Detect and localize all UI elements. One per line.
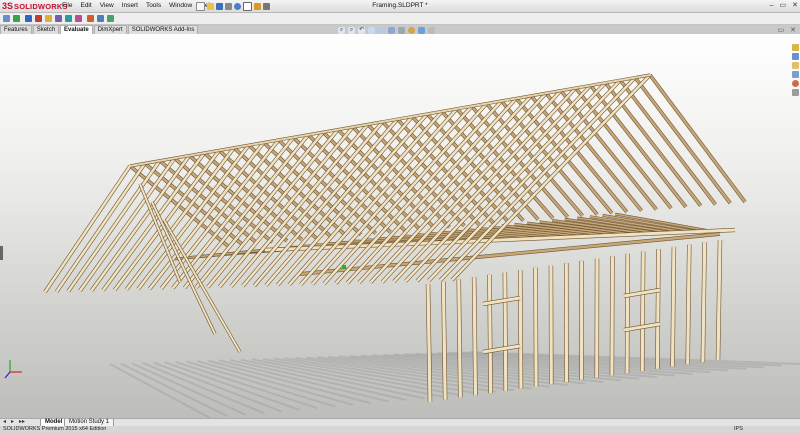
- curvature-icon[interactable]: [87, 15, 94, 22]
- framing-model[interactable]: [0, 34, 800, 418]
- new-icon[interactable]: [196, 1, 205, 11]
- gable-stud: [151, 201, 216, 335]
- command-tabs: Features Sketch Evaluate DimXpert SOLIDW…: [0, 25, 199, 34]
- wall-stud: [426, 283, 432, 403]
- front-rafter: [67, 160, 161, 293]
- menu-tools[interactable]: Tools: [142, 1, 165, 11]
- home-icon[interactable]: [791, 44, 799, 51]
- units-indicator[interactable]: IPS: [734, 426, 743, 433]
- menu-edit[interactable]: Edit: [76, 1, 95, 11]
- document-title: Framing.SLDPRT *: [372, 2, 428, 9]
- heads-up-view-toolbar: ⌕ ⌕ ↶: [338, 26, 435, 35]
- z-axis-icon: [4, 371, 11, 379]
- tab-sketch[interactable]: Sketch: [32, 25, 60, 34]
- edit-appearance-icon[interactable]: [408, 27, 415, 34]
- zoom-area-icon[interactable]: ⌕: [348, 27, 355, 34]
- floor-shadow: [164, 361, 300, 411]
- front-rafter: [55, 162, 146, 293]
- previous-view-icon[interactable]: ↶: [358, 27, 365, 34]
- menu-bar: File Edit View Insert Tools Window Help: [58, 1, 218, 11]
- view-palette-icon[interactable]: [791, 71, 799, 78]
- save-icon[interactable]: [216, 2, 223, 10]
- close-viewport-button[interactable]: ✕: [790, 26, 796, 34]
- viewport-corner-buttons: ▭ ✕: [778, 26, 797, 34]
- task-pane-tabs: [790, 44, 800, 104]
- command-manager: [0, 13, 800, 25]
- wall-stud: [441, 281, 447, 400]
- view-orientation-icon[interactable]: [378, 27, 385, 34]
- restore-button[interactable]: ▭: [780, 1, 787, 11]
- thickness-analysis-icon[interactable]: [107, 15, 114, 22]
- hide-show-icon[interactable]: [398, 27, 405, 34]
- menu-file[interactable]: File: [58, 1, 76, 11]
- ds-logo-icon: 3S: [2, 1, 14, 11]
- status-bar: SOLIDWORKS Premium 2015 x64 Edition IPS: [0, 426, 800, 433]
- appearances-icon[interactable]: [791, 80, 799, 87]
- menu-insert[interactable]: Insert: [118, 1, 142, 11]
- tab-scroll-last[interactable]: ▸▸: [19, 419, 25, 426]
- wall-stud: [610, 256, 615, 376]
- restore-viewport-button[interactable]: ▭: [778, 26, 785, 34]
- edition-text: SOLIDWORKS Premium 2015 x64 Edition: [3, 426, 107, 432]
- tab-addins[interactable]: SOLIDWORKS Add-Ins: [127, 25, 199, 34]
- title-bar: 3S SOLIDWORKS File Edit View Insert Tool…: [0, 0, 800, 13]
- select-icon[interactable]: [243, 1, 252, 11]
- tab-evaluate[interactable]: Evaluate: [60, 25, 93, 34]
- options-icon[interactable]: [263, 2, 270, 10]
- wall-stud: [518, 270, 523, 389]
- open-icon[interactable]: [207, 2, 214, 10]
- wall-stud: [716, 239, 722, 361]
- file-explorer-icon[interactable]: [791, 62, 799, 69]
- rebuild-icon[interactable]: [254, 2, 261, 10]
- wall-stud: [655, 249, 661, 369]
- custom-properties-icon[interactable]: [791, 89, 799, 96]
- minimize-button[interactable]: –: [770, 1, 774, 11]
- wall-stud: [640, 251, 645, 372]
- tab-dimxpert[interactable]: DimXpert: [93, 25, 127, 34]
- feature-manager-collapse-handle[interactable]: [0, 246, 3, 260]
- measure-icon[interactable]: [13, 15, 20, 22]
- wall-stud: [625, 253, 630, 374]
- menu-view[interactable]: View: [96, 1, 118, 11]
- statistics-icon[interactable]: [55, 15, 62, 22]
- deviation-analysis-icon[interactable]: [65, 15, 72, 22]
- sensor-icon[interactable]: [45, 15, 52, 22]
- wall-stud: [457, 279, 462, 398]
- model-tabs-bar: ◂ ▸ ▸▸ Model Motion Study 1: [0, 418, 800, 427]
- mass-properties-icon[interactable]: [25, 15, 32, 22]
- zoom-to-fit-icon[interactable]: ⌕: [338, 27, 345, 34]
- print-icon[interactable]: [225, 2, 232, 10]
- close-button[interactable]: ✕: [792, 1, 798, 11]
- section-view-icon[interactable]: [368, 27, 375, 34]
- check-interference-icon[interactable]: [3, 15, 10, 22]
- quick-access-toolbar: [196, 1, 270, 11]
- draft-analysis-icon[interactable]: [97, 15, 104, 22]
- wall-stud: [701, 242, 707, 363]
- design-library-icon[interactable]: [791, 53, 799, 60]
- section-properties-icon[interactable]: [35, 15, 42, 22]
- menu-window[interactable]: Window: [165, 1, 196, 11]
- wall-stud: [686, 244, 691, 365]
- view-settings-icon[interactable]: [428, 27, 435, 34]
- wall-stud: [533, 267, 538, 387]
- origin-icon: [342, 265, 346, 269]
- wall-stud: [503, 272, 508, 391]
- wall-stud: [472, 277, 478, 396]
- wall-stud: [670, 246, 676, 367]
- tab-scroll-next[interactable]: ▸: [11, 419, 14, 426]
- display-style-icon[interactable]: [388, 27, 395, 34]
- zebra-stripes-icon[interactable]: [75, 15, 82, 22]
- wall-stud: [487, 274, 493, 394]
- tab-scroll-first[interactable]: ◂: [3, 419, 6, 426]
- tab-features[interactable]: Features: [0, 25, 32, 34]
- scene-icon[interactable]: [418, 27, 425, 34]
- graphics-area[interactable]: [0, 34, 800, 418]
- undo-icon[interactable]: [234, 2, 241, 10]
